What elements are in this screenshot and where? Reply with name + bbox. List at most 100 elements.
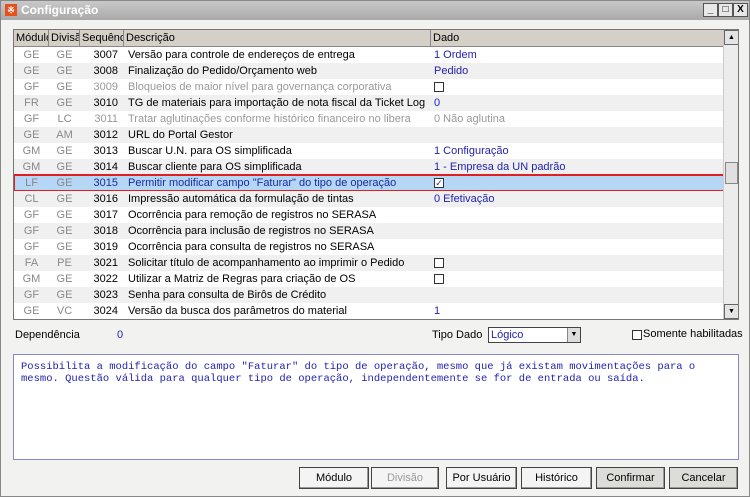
descricao-cell: Buscar cliente para OS simplificada: [128, 161, 302, 173]
dado-cell[interactable]: 1: [431, 303, 724, 319]
col-sequencia[interactable]: Sequência: [80, 30, 124, 46]
table-row[interactable]: GE GE 3007 Versão para controle de endereço…: [14, 47, 724, 63]
somente-habilitadas-label: Somente habilitadas: [643, 328, 743, 340]
dado-cell[interactable]: 0: [431, 95, 724, 111]
descricao-cell: Ocorrência para inclusão de registros no…: [128, 225, 374, 237]
divisao-cell: GE: [56, 289, 73, 301]
sequencia-cell: 3010: [93, 97, 118, 109]
dado-cell[interactable]: 1 - Empresa da UN padrão: [431, 159, 724, 175]
sequencia-cell: 3009: [93, 81, 118, 93]
sequencia-cell: 3024: [93, 305, 118, 317]
modulo-cell: FA: [24, 257, 39, 269]
sequencia-cell: 3022: [93, 273, 118, 285]
modulo-cell: FR: [24, 97, 39, 109]
descricao-cell: Versão da busca dos parâmetros do materi…: [128, 305, 347, 317]
dado-cell[interactable]: [431, 223, 724, 239]
description-text: Possibilita a modificação do campo "Fatu…: [13, 354, 739, 460]
historico-button[interactable]: Histórico: [521, 467, 592, 489]
dado-cell[interactable]: [431, 127, 724, 143]
descricao-cell: Ocorrência para remoção de registros no …: [128, 209, 377, 221]
descricao-cell: Tratar aglutinações conforme histórico f…: [128, 113, 411, 125]
table-row[interactable]: GM GE 3013 Buscar U.N. para OS simplificada…: [14, 143, 724, 159]
cancelar-button[interactable]: Cancelar: [669, 467, 738, 489]
modulo-button[interactable]: Módulo: [299, 467, 369, 489]
table-row[interactable]: GE GE 3008 Finalização do Pedido/Orçamento …: [14, 63, 724, 79]
sequencia-cell: 3012: [93, 129, 118, 141]
maximize-button[interactable]: □: [718, 3, 733, 17]
divisao-cell: GE: [56, 177, 73, 189]
table-row[interactable]: GM GE 3022 Utilizar a Matriz de Regras para…: [14, 271, 724, 287]
close-button[interactable]: X: [733, 3, 748, 17]
modulo-cell: GF: [23, 81, 40, 93]
modulo-cell: GM: [22, 161, 41, 173]
divisao-button[interactable]: Divisão: [371, 467, 439, 489]
dado-cell[interactable]: [431, 287, 724, 303]
descricao-cell: Utilizar a Matriz de Regras para criação…: [128, 273, 356, 285]
dependencia-label: Dependência: [15, 329, 80, 341]
table-row[interactable]: GF LC 3011 Tratar aglutinações conforme his…: [14, 111, 724, 127]
table-row[interactable]: GF GE 3018 Ocorrência para inclusão de regi…: [14, 223, 724, 239]
dado-cell[interactable]: Pedido: [431, 63, 724, 79]
chevron-down-icon[interactable]: ▼: [567, 328, 580, 342]
por-usuario-button[interactable]: Por Usuário: [446, 467, 517, 489]
scroll-thumb[interactable]: [725, 162, 738, 184]
scroll-down-icon[interactable]: ▼: [724, 304, 738, 319]
table-row[interactable]: GE AM 3012 URL do Portal Gestor: [14, 127, 724, 143]
table-row[interactable]: GE VC 3024 Versão da busca dos parâmetros d…: [14, 303, 724, 319]
table-row[interactable]: GF GE 3023 Senha para consulta de Birôs de …: [14, 287, 724, 303]
dado-cell[interactable]: 1 Ordem: [431, 47, 724, 63]
dado-checkbox-cell[interactable]: ✓: [431, 175, 724, 191]
divisao-cell: GE: [56, 241, 73, 253]
confirmar-button[interactable]: Confirmar: [596, 467, 665, 489]
table-row[interactable]: GM GE 3014 Buscar cliente para OS simplific…: [14, 159, 724, 175]
table-header: Módulo Divisão Sequência Descrição Dado: [14, 30, 724, 47]
divisao-cell: GE: [56, 273, 73, 285]
checkbox-icon[interactable]: [434, 82, 444, 93]
checkbox-icon[interactable]: [434, 258, 444, 269]
dado-checkbox-cell[interactable]: [431, 255, 724, 271]
col-dado[interactable]: Dado: [431, 30, 724, 46]
minimize-button[interactable]: _: [703, 3, 718, 17]
table-row[interactable]: GF GE 3009 Bloqueios de maior nível para go…: [14, 79, 724, 95]
table-body: GE GE 3007 Versão para controle de endereço…: [14, 47, 725, 319]
modulo-cell: GF: [23, 241, 40, 253]
divisao-cell: GE: [56, 193, 73, 205]
modulo-cell: GE: [23, 129, 40, 141]
somente-habilitadas-checkbox[interactable]: [632, 330, 642, 340]
dado-cell[interactable]: [431, 239, 724, 255]
col-modulo[interactable]: Módulo: [14, 30, 49, 46]
table-row[interactable]: LF GE 3015 Permitir modificar campo "Fatura…: [14, 174, 725, 192]
checkbox-icon[interactable]: [434, 274, 444, 285]
table-row[interactable]: GF GE 3019 Ocorrência para consulta de regi…: [14, 239, 724, 255]
modulo-cell: GF: [23, 113, 40, 125]
dependencia-value: 0: [117, 329, 124, 341]
table-row[interactable]: FR GE 3010 TG de materiais para importação …: [14, 95, 724, 111]
modulo-cell: GM: [22, 145, 41, 157]
dado-cell[interactable]: 0 Efetivação: [431, 191, 724, 207]
scroll-up-icon[interactable]: ▲: [724, 30, 738, 45]
descricao-cell: Versão para controle de endereços de ent…: [128, 49, 355, 61]
table-row[interactable]: CL GE 3016 Impressão automática da formulaç…: [14, 191, 724, 207]
title-bar: ※ Configuração _ □ X: [1, 1, 749, 20]
tipo-dado-label: Tipo Dado: [432, 329, 483, 341]
sequencia-cell: 3007: [93, 49, 118, 61]
col-descricao[interactable]: Descrição: [124, 30, 431, 46]
checked-checkbox-icon[interactable]: ✓: [434, 178, 444, 189]
sequencia-cell: 3014: [93, 161, 118, 173]
sequencia-cell: 3018: [93, 225, 118, 237]
dado-cell[interactable]: [431, 207, 724, 223]
sequencia-cell: 3011: [94, 113, 118, 125]
table-row[interactable]: GF GE 3017 Ocorrência para remoção de regis…: [14, 207, 724, 223]
dado-checkbox-cell[interactable]: [431, 79, 724, 95]
col-divisao[interactable]: Divisão: [49, 30, 80, 46]
divisao-cell: GE: [56, 65, 73, 77]
descricao-cell: Finalização do Pedido/Orçamento web: [128, 65, 317, 77]
dado-cell[interactable]: 0 Não aglutina: [431, 111, 724, 127]
table-row[interactable]: FA PE 3021 Solicitar título de acompanhamen…: [14, 255, 724, 271]
tipo-dado-select[interactable]: Lógico ▼: [488, 327, 581, 343]
modulo-cell: GE: [23, 65, 40, 77]
dado-cell[interactable]: 1 Configuração: [431, 143, 724, 159]
divisao-cell: GE: [56, 49, 73, 61]
dado-checkbox-cell[interactable]: [431, 271, 724, 287]
vertical-scrollbar[interactable]: ▲ ▼: [723, 30, 738, 319]
